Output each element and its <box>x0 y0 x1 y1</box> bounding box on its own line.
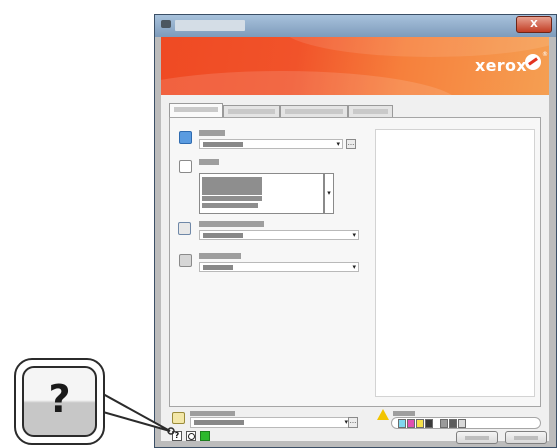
chevron-down-icon: ▾ <box>352 263 356 271</box>
status-box <box>391 417 541 429</box>
paper-dropdown-button[interactable]: ▾ <box>324 173 334 214</box>
xerox-wordmark: xerox <box>475 56 527 75</box>
saved-settings-value <box>194 420 244 425</box>
job-type-dropdown[interactable]: ▾ <box>199 139 343 149</box>
reset-icon <box>188 433 195 440</box>
help-button[interactable]: ? <box>172 431 182 441</box>
two-sided-icon <box>178 222 191 235</box>
finishing-icon <box>179 254 192 267</box>
status-label <box>393 411 415 416</box>
print-preview-area <box>375 129 535 397</box>
two-sided-value <box>203 233 243 238</box>
tab-panel: ▾ ... ▾ ▾ ▾ <box>169 117 541 407</box>
reset-button[interactable] <box>186 431 196 441</box>
tab-document-options[interactable] <box>280 105 348 117</box>
xerox-banner: xerox ® <box>161 37 549 95</box>
tab-image-options[interactable] <box>223 105 280 117</box>
saved-settings-more-button[interactable]: ... <box>348 417 358 428</box>
green-status-icon <box>200 431 210 441</box>
job-type-more-button[interactable]: ... <box>346 139 356 149</box>
dialog-client-area: xerox ® ▾ ... ▾ ▾ ▾ ▾ ... ? <box>161 37 549 444</box>
help-callout-inner: ? <box>22 366 97 437</box>
yellow-toner-icon <box>416 419 424 428</box>
help-callout: ? <box>14 358 105 445</box>
black-toner-icon <box>425 419 433 428</box>
paper-list-item[interactable] <box>202 196 262 201</box>
saved-settings-dropdown[interactable]: ▾ <box>190 417 351 428</box>
tab-advanced[interactable] <box>348 105 393 117</box>
job-type-value <box>203 142 243 147</box>
paper-listbox[interactable] <box>199 173 324 214</box>
window-title <box>175 20 245 31</box>
cancel-button[interactable] <box>505 431 547 444</box>
magenta-toner-icon <box>407 419 415 428</box>
xerox-sphere-logo-icon <box>525 54 541 70</box>
finishing-dropdown[interactable]: ▾ <box>199 262 359 272</box>
ok-button[interactable] <box>456 431 498 444</box>
saved-settings-label <box>190 411 235 416</box>
question-icon: ? <box>174 431 180 440</box>
tab-printing-options[interactable] <box>169 103 223 117</box>
job-type-icon <box>179 131 192 144</box>
title-bar[interactable]: X <box>155 15 556 37</box>
chevron-down-icon: ▾ <box>336 140 340 148</box>
printer-app-icon <box>161 20 171 28</box>
two-sided-label <box>199 221 264 227</box>
paper-selected-item[interactable] <box>202 177 262 195</box>
chevron-down-icon: ▾ <box>352 231 356 239</box>
saved-settings-icon <box>172 412 185 424</box>
cyan-toner-icon <box>398 419 406 428</box>
close-button[interactable]: X <box>516 16 552 33</box>
job-type-label <box>199 130 225 136</box>
tray-status-icon <box>440 419 448 428</box>
paper-list-item[interactable] <box>202 203 258 208</box>
banner-swoosh <box>281 37 549 57</box>
tray-status-icon <box>449 419 457 428</box>
finishing-value <box>203 265 233 270</box>
paper-label <box>199 159 219 165</box>
banner-swoosh <box>161 71 461 95</box>
registered-mark: ® <box>542 51 548 58</box>
warning-triangle-icon <box>377 409 389 420</box>
paper-icon <box>179 160 192 173</box>
printer-properties-window: X xerox ® ▾ ... ▾ ▾ ▾ ▾ ... ? <box>154 14 557 448</box>
two-sided-dropdown[interactable]: ▾ <box>199 230 359 240</box>
tray-status-icon <box>458 419 466 428</box>
finishing-label <box>199 253 241 259</box>
question-mark-icon: ? <box>48 377 71 421</box>
bottom-toolbar: ▾ ... ? <box>169 409 547 444</box>
